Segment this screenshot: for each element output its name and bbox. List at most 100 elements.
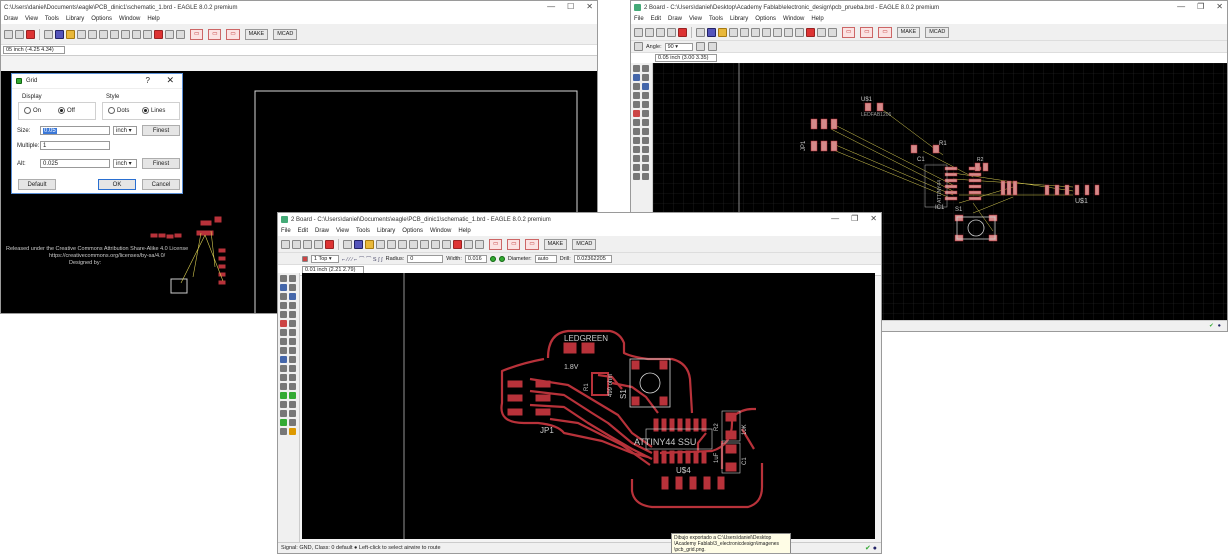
close-icon[interactable]: ✕	[1216, 2, 1223, 11]
redraw-icon[interactable]	[121, 29, 130, 39]
fab-button-2[interactable]: ▭	[507, 238, 521, 250]
layer-icon[interactable]	[66, 29, 75, 39]
schematic-icon[interactable]	[678, 27, 687, 37]
hole-icon[interactable]	[289, 392, 296, 399]
make-button[interactable]: MAKE	[244, 28, 269, 40]
redraw-icon[interactable]	[773, 27, 782, 37]
via-shape-icon[interactable]	[498, 255, 505, 262]
arc-icon[interactable]	[642, 164, 649, 171]
redo-icon[interactable]	[442, 239, 451, 249]
help-icon[interactable]	[475, 239, 484, 249]
undo-icon[interactable]	[784, 27, 793, 37]
stop-icon[interactable]	[453, 239, 462, 249]
mcad-button[interactable]: MCAD	[273, 28, 298, 40]
cam-icon[interactable]	[314, 239, 323, 249]
circle-icon[interactable]	[280, 374, 287, 381]
text-icon[interactable]	[642, 155, 649, 162]
mirror-icon[interactable]	[633, 101, 640, 108]
width-select[interactable]: 0.016	[464, 254, 487, 263]
circle-icon[interactable]	[633, 164, 640, 171]
menu-edit[interactable]: Edit	[298, 228, 308, 234]
schematic-icon[interactable]	[325, 239, 334, 249]
multiple-input[interactable]: 1	[40, 141, 110, 150]
menu-window[interactable]: Window	[783, 16, 804, 22]
eye-icon[interactable]	[289, 275, 296, 282]
zoom-select-icon[interactable]	[409, 239, 418, 249]
fab-button-3[interactable]: ▭	[878, 26, 892, 38]
radius-input[interactable]: 0	[407, 254, 444, 263]
ulp-icon[interactable]	[354, 239, 363, 249]
move-icon[interactable]	[280, 293, 287, 300]
go-icon[interactable]	[817, 27, 826, 37]
optimize-icon[interactable]	[642, 137, 649, 144]
layer-icon[interactable]	[718, 27, 727, 37]
fab-button-3[interactable]: ▭	[525, 238, 539, 250]
rect-icon[interactable]	[280, 383, 287, 390]
zoom-select-icon[interactable]	[762, 27, 771, 37]
move-icon[interactable]	[633, 83, 640, 90]
menu-help[interactable]: Help	[147, 16, 159, 22]
menu-edit[interactable]: Edit	[651, 16, 661, 22]
alt-finest-button[interactable]: Finest	[142, 158, 180, 169]
fab-button-1[interactable]: ▭	[489, 238, 503, 250]
miter-icon[interactable]	[289, 338, 296, 345]
zoom-fit-icon[interactable]	[729, 27, 738, 37]
zoom-fit-icon[interactable]	[77, 29, 86, 39]
zoom-in-icon[interactable]	[387, 239, 396, 249]
menu-library[interactable]: Library	[377, 228, 395, 234]
menu-draw[interactable]: Draw	[315, 228, 329, 234]
lock-icon[interactable]	[280, 347, 287, 354]
add-icon[interactable]	[633, 110, 640, 117]
save-icon[interactable]	[292, 239, 301, 249]
add-icon[interactable]	[280, 320, 287, 327]
info-icon[interactable]	[280, 275, 287, 282]
lock-icon[interactable]	[633, 137, 640, 144]
size-finest-button[interactable]: Finest	[142, 125, 180, 136]
fab-button-1[interactable]: ▭	[842, 26, 856, 38]
eye-icon[interactable]	[642, 65, 649, 72]
rect-icon[interactable]	[633, 173, 640, 180]
zoom-in-icon[interactable]	[88, 29, 97, 39]
minimize-icon[interactable]: —	[547, 2, 555, 11]
cam-icon[interactable]	[667, 27, 676, 37]
delete-icon[interactable]	[289, 311, 296, 318]
ok-button[interactable]: OK	[98, 179, 136, 190]
smash-icon[interactable]	[642, 119, 649, 126]
layer-icon[interactable]	[633, 74, 640, 81]
smash-icon[interactable]	[289, 329, 296, 336]
via-tool-icon[interactable]	[280, 392, 287, 399]
default-button[interactable]: Default	[18, 179, 56, 190]
make-button[interactable]: MAKE	[896, 26, 921, 38]
menu-view[interactable]: View	[25, 16, 38, 22]
print-icon[interactable]	[656, 27, 665, 37]
close-icon[interactable]: ✕	[586, 2, 593, 11]
style-lines-radio[interactable]: Lines	[142, 107, 165, 114]
undo-icon[interactable]	[132, 29, 141, 39]
menu-draw[interactable]: Draw	[668, 16, 682, 22]
rotate-icon[interactable]	[289, 302, 296, 309]
route-icon[interactable]	[280, 356, 287, 363]
attribute-icon[interactable]	[280, 401, 287, 408]
pin-icon[interactable]	[280, 329, 287, 336]
spin-icon[interactable]	[707, 42, 717, 51]
menu-help[interactable]: Help	[458, 228, 470, 234]
stop-icon[interactable]	[154, 29, 163, 39]
erc-icon[interactable]	[280, 419, 287, 426]
wire-icon[interactable]	[280, 365, 287, 372]
save-icon[interactable]	[645, 27, 654, 37]
go-icon[interactable]	[464, 239, 473, 249]
angle-select[interactable]: 90 ▾	[664, 42, 693, 51]
ulp-icon[interactable]	[55, 29, 64, 39]
display-on-radio[interactable]: On	[24, 107, 41, 114]
menu-draw[interactable]: Draw	[4, 16, 18, 22]
menu-options[interactable]: Options	[402, 228, 423, 234]
arc-icon[interactable]	[289, 374, 296, 381]
undo-icon[interactable]	[431, 239, 440, 249]
optimize-icon[interactable]	[289, 347, 296, 354]
wrench-icon[interactable]	[642, 110, 649, 117]
mirror-icon[interactable]	[280, 311, 287, 318]
zoom-in-icon[interactable]	[740, 27, 749, 37]
menu-view[interactable]: View	[336, 228, 349, 234]
cancel-button[interactable]: Cancel	[142, 179, 180, 190]
copy-icon[interactable]	[633, 92, 640, 99]
